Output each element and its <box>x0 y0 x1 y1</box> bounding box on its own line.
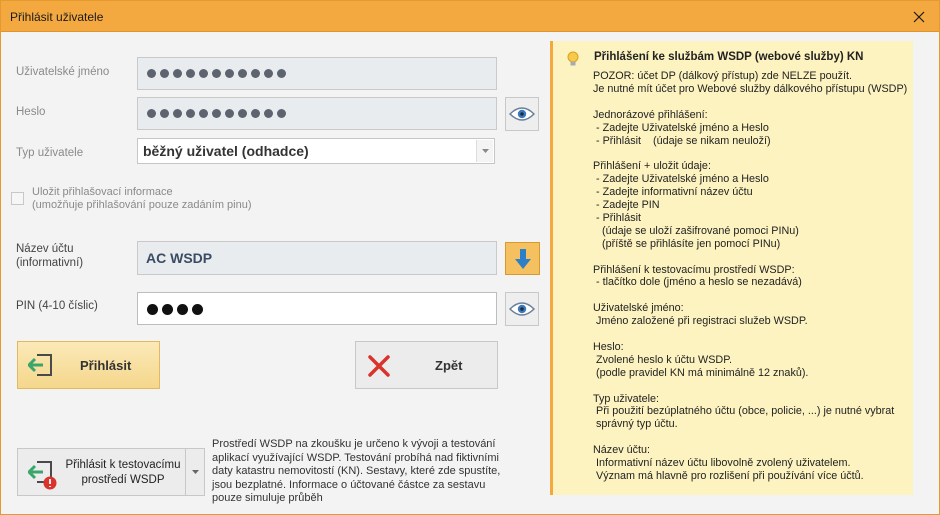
test-button-label-line1: Přihlásit k testovacímu <box>65 459 181 471</box>
save-login-hint: (umožňuje přihlašování pouze zadáním pin… <box>32 199 252 211</box>
help-line: Přihlášení + uložit údaje: <box>593 160 711 173</box>
login-dialog: Přihlásit uživatele Uživatelské jméno He… <box>0 0 940 515</box>
help-line <box>593 96 913 109</box>
pin-masked-value <box>147 304 203 315</box>
help-panel: Přihlášení ke službám WSDP (webové služb… <box>550 41 913 495</box>
help-line <box>593 251 913 264</box>
help-line: - tlačítko dole (jméno a heslo se nezadá… <box>593 276 802 289</box>
save-login-checkbox[interactable] <box>11 192 24 205</box>
username-label: Uživatelské jméno <box>16 66 110 78</box>
help-line <box>593 431 913 444</box>
help-line <box>593 328 913 341</box>
show-password-button[interactable] <box>505 97 539 131</box>
pin-label: PIN (4-10 číslic) <box>16 300 98 312</box>
help-line: Heslo: <box>593 340 624 353</box>
close-icon <box>913 11 925 22</box>
account-name-label: Název účtu <box>16 243 74 255</box>
login-button-label: Přihlásit <box>80 358 132 373</box>
help-line: Název účtu: <box>593 444 651 457</box>
show-pin-button[interactable] <box>505 292 539 326</box>
help-line: (příště se přihlásíte jen pomocí PINu) <box>593 237 781 250</box>
test-button-label-line2: prostředí WSDP <box>81 474 165 486</box>
help-line: - Zadejte informativní název účtu <box>593 186 753 199</box>
chevron-down-icon <box>481 149 489 153</box>
help-line: Jednorázové přihlášení: <box>593 108 708 121</box>
help-body: POZOR: účet DP (dálkový přístup) zde NEL… <box>593 70 913 483</box>
window-title: Přihlásit uživatele <box>10 10 104 24</box>
account-name-input[interactable]: AC WSDP <box>137 241 497 275</box>
help-line: - Zadejte Uživatelské jméno a Heslo <box>593 121 769 134</box>
user-type-value: běžný uživatel (odhadce) <box>143 143 309 159</box>
help-line: Typ uživatele: <box>593 392 660 405</box>
lightbulb-icon <box>567 51 579 66</box>
password-masked-value <box>147 109 286 118</box>
close-button[interactable] <box>899 1 939 32</box>
help-line <box>593 380 913 393</box>
help-line: (údaje se uloží zašifrované pomoci PINu) <box>593 224 799 237</box>
username-masked-value <box>147 69 286 78</box>
help-line: - Přihlásit (údaje se nikam neuloží) <box>593 134 771 147</box>
password-label: Heslo <box>16 106 46 118</box>
help-line: (podle pravidel KN má minimálně 12 znaků… <box>593 366 809 379</box>
help-line: Informativní název účtu libovolně zvolen… <box>593 457 851 470</box>
eye-icon <box>509 302 535 316</box>
help-line <box>593 147 913 160</box>
chevron-down-icon <box>191 470 199 474</box>
load-account-button[interactable] <box>505 242 540 275</box>
login-arrow-icon <box>28 354 52 376</box>
account-name-value: AC WSDP <box>146 250 213 266</box>
test-button-dropdown[interactable] <box>185 449 204 495</box>
login-button[interactable]: Přihlásit <box>17 341 160 389</box>
help-title: Přihlášení ke službám WSDP (webové služb… <box>594 51 864 63</box>
user-type-label: Typ uživatele <box>16 147 84 159</box>
help-line: Uživatelské jméno: <box>593 302 684 315</box>
help-line <box>593 289 913 302</box>
user-type-dropdown-arrow[interactable] <box>476 140 493 162</box>
user-type-select[interactable]: běžný uživatel (odhadce) <box>137 138 495 164</box>
arrow-down-icon <box>514 248 531 269</box>
back-button-label: Zpět <box>435 358 463 373</box>
eye-icon <box>509 107 535 121</box>
help-line: správný typ účtu. <box>593 418 678 431</box>
help-line: - Zadejte Uživatelské jméno a Heslo <box>593 173 769 186</box>
save-login-label: Uložit přihlašovací informace <box>32 186 173 198</box>
test-environment-button[interactable]: Přihlásit k testovacímu prostředí WSDP <box>17 448 205 496</box>
pin-input[interactable] <box>137 292 497 325</box>
help-line: Přihlášení k testovacímu prostředí WSDP: <box>593 263 795 276</box>
back-button[interactable]: Zpět <box>355 341 498 389</box>
help-line: - Přihlásit <box>593 211 641 224</box>
help-line: POZOR: účet DP (dálkový přístup) zde NEL… <box>593 70 853 82</box>
help-line: Význam má hlavně pro rozlišení při použí… <box>593 469 864 482</box>
help-line: Jméno založené při registraci služeb WSD… <box>593 315 808 328</box>
username-input[interactable] <box>137 57 497 90</box>
help-line: Je nutné mít účet pro Webové služby dálk… <box>593 82 908 95</box>
help-line: - Zadejte PIN <box>593 199 660 212</box>
red-x-icon <box>368 355 390 377</box>
account-name-hint: (informativní) <box>16 257 84 269</box>
title-bar: Přihlásit uživatele <box>1 1 939 32</box>
login-arrow-icon <box>28 461 57 490</box>
help-line: Zvolené heslo k účtu WSDP. <box>593 353 733 366</box>
password-input[interactable] <box>137 97 497 130</box>
help-line: Při použití bezúplatného účtu (obce, pol… <box>593 405 895 418</box>
test-environment-note: Prostředí WSDP na zkoušku je určeno k vý… <box>212 438 501 504</box>
